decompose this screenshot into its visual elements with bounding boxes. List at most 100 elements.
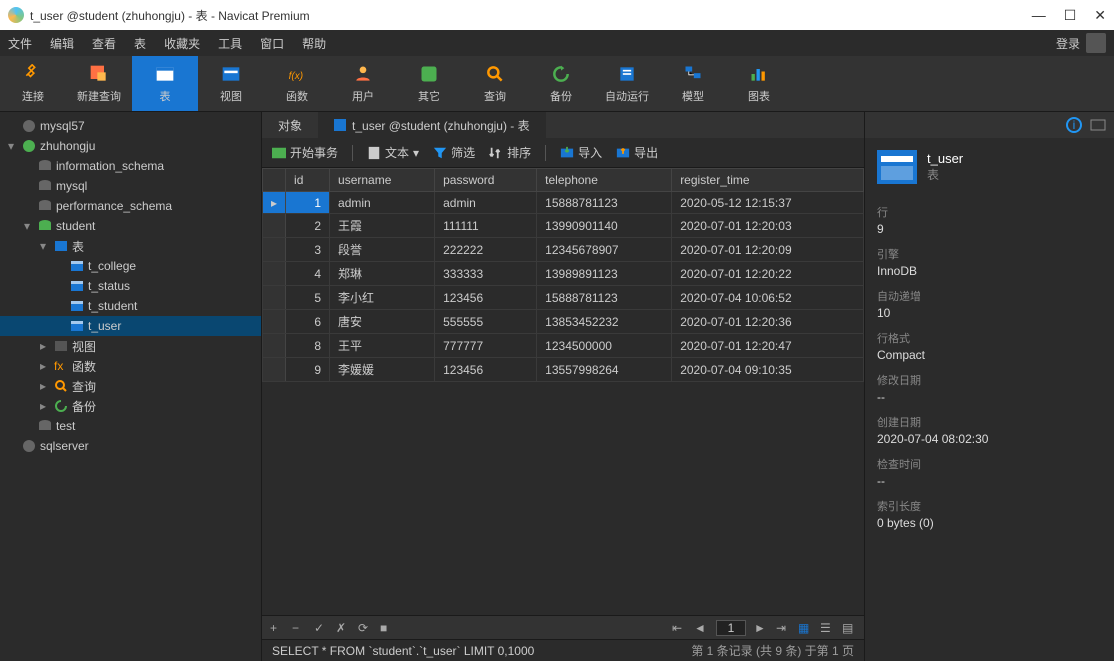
expand-icon[interactable] (24, 199, 34, 213)
expand-icon[interactable]: ▾ (8, 139, 18, 153)
tree-item[interactable]: t_college (0, 256, 261, 276)
toolbar-auto[interactable]: 自动运行 (594, 56, 660, 111)
tree-item[interactable]: mysql (0, 176, 261, 196)
apply-button[interactable]: ✓ (314, 621, 328, 635)
filter-button[interactable]: 筛选 (433, 144, 475, 161)
ddl-icon[interactable] (1090, 117, 1106, 133)
menu-1[interactable]: 编辑 (50, 35, 74, 52)
expand-icon[interactable]: ▸ (40, 399, 50, 413)
begin-transaction-button[interactable]: 开始事务 (272, 144, 338, 161)
expand-icon[interactable] (56, 299, 66, 313)
table-row[interactable]: 9李媛媛123456135579982642020-07-04 09:10:35 (263, 358, 864, 382)
menu-7[interactable]: 帮助 (302, 35, 326, 52)
tree-item[interactable]: performance_schema (0, 196, 261, 216)
tree-item[interactable]: information_schema (0, 156, 261, 176)
expand-icon[interactable] (24, 179, 34, 193)
add-row-button[interactable]: + (270, 621, 284, 635)
row-marker[interactable] (263, 262, 286, 286)
tab[interactable]: 对象 (262, 112, 318, 138)
expand-icon[interactable]: ▾ (40, 239, 50, 253)
row-marker[interactable] (263, 358, 286, 382)
info-icon[interactable]: i (1066, 117, 1082, 133)
menu-4[interactable]: 收藏夹 (164, 35, 200, 52)
maximize-button[interactable]: ☐ (1064, 7, 1077, 24)
expand-icon[interactable] (8, 439, 18, 453)
menu-2[interactable]: 查看 (92, 35, 116, 52)
toolbar-model[interactable]: 模型 (660, 56, 726, 111)
expand-icon[interactable]: ▸ (40, 379, 50, 393)
table-row[interactable]: 3段誉222222123456789072020-07-01 12:20:09 (263, 238, 864, 262)
row-marker[interactable] (263, 286, 286, 310)
column-header[interactable]: register_time (672, 169, 864, 192)
row-marker[interactable] (263, 310, 286, 334)
tree-item[interactable]: mysql57 (0, 116, 261, 136)
tree-item[interactable]: t_user (0, 316, 261, 336)
refresh-button[interactable]: ⟳ (358, 621, 372, 635)
tree-item[interactable]: t_student (0, 296, 261, 316)
login-area[interactable]: 登录 (1056, 33, 1106, 53)
column-header[interactable]: password (435, 169, 537, 192)
toolbar-fx[interactable]: f(x)函数 (264, 56, 330, 111)
page-input[interactable] (716, 620, 746, 636)
column-header[interactable]: username (330, 169, 435, 192)
cancel-button[interactable]: ✗ (336, 621, 350, 635)
import-button[interactable]: 导入 (560, 144, 602, 161)
tree-item[interactable]: ▸备份 (0, 396, 261, 416)
table-row[interactable]: 5李小红123456158887811232020-07-04 10:06:52 (263, 286, 864, 310)
expand-icon[interactable] (56, 279, 66, 293)
table-row[interactable]: 4郑琳333333139898911232020-07-01 12:20:22 (263, 262, 864, 286)
text-mode-button[interactable]: 文本 ▾ (367, 144, 419, 161)
tree-item[interactable]: sqlserver (0, 436, 261, 456)
table-row[interactable]: 2王霞111111139909011402020-07-01 12:20:03 (263, 214, 864, 238)
row-marker[interactable] (263, 214, 286, 238)
toolbar-view[interactable]: 视图 (198, 56, 264, 111)
tree-item[interactable]: ▾student (0, 216, 261, 236)
toolbar-backup[interactable]: 备份 (528, 56, 594, 111)
toolbar-newquery[interactable]: 新建查询 (66, 56, 132, 111)
toolbar-chart[interactable]: 图表 (726, 56, 792, 111)
tree-item[interactable]: ▾表 (0, 236, 261, 256)
row-marker[interactable]: ▸ (263, 192, 286, 214)
sort-button[interactable]: 排序 (489, 144, 531, 161)
table-row[interactable]: ▸1adminadmin158887811232020-05-12 12:15:… (263, 192, 864, 214)
expand-icon[interactable] (56, 259, 66, 273)
tree-item[interactable]: ▸查询 (0, 376, 261, 396)
form-view-icon[interactable]: ☰ (820, 621, 834, 635)
table-row[interactable]: 6唐安555555138534522322020-07-01 12:20:36 (263, 310, 864, 334)
expand-icon[interactable] (8, 119, 18, 133)
close-button[interactable]: ✕ (1094, 7, 1106, 24)
toolbar-table[interactable]: 表 (132, 56, 198, 111)
expand-icon[interactable]: ▾ (24, 219, 34, 233)
menu-3[interactable]: 表 (134, 35, 146, 52)
expand-icon[interactable] (56, 319, 66, 333)
menu-6[interactable]: 窗口 (260, 35, 284, 52)
toolbar-query[interactable]: 查询 (462, 56, 528, 111)
minimize-button[interactable]: — (1032, 7, 1046, 24)
grid-view-icon[interactable]: ▦ (798, 621, 812, 635)
expand-icon[interactable]: ▸ (40, 339, 50, 353)
toolbar-user[interactable]: 用户 (330, 56, 396, 111)
tree-item[interactable]: ▾zhuhongju (0, 136, 261, 156)
tree-item[interactable]: t_status (0, 276, 261, 296)
row-marker[interactable] (263, 238, 286, 262)
expand-icon[interactable] (24, 159, 34, 173)
first-page-button[interactable]: ⇤ (672, 621, 686, 635)
expand-icon[interactable] (24, 419, 34, 433)
column-header[interactable]: telephone (537, 169, 672, 192)
toolbar-plug[interactable]: 连接 (0, 56, 66, 111)
tree-item[interactable]: test (0, 416, 261, 436)
toolbar-other[interactable]: 其它 (396, 56, 462, 111)
prev-page-button[interactable]: ◄ (694, 621, 708, 635)
column-header[interactable]: id (286, 169, 330, 192)
stop-button[interactable]: ■ (380, 621, 394, 635)
expand-icon[interactable]: ▸ (40, 359, 50, 373)
menu-5[interactable]: 工具 (218, 35, 242, 52)
tab[interactable]: t_user @student (zhuhongju) - 表 (318, 112, 546, 138)
data-grid[interactable]: idusernamepasswordtelephoneregister_time… (262, 168, 864, 615)
last-page-button[interactable]: ⇥ (776, 621, 790, 635)
table-row[interactable]: 8王平77777712345000002020-07-01 12:20:47 (263, 334, 864, 358)
settings-icon[interactable]: ▤ (842, 621, 856, 635)
tree-item[interactable]: ▸fx函数 (0, 356, 261, 376)
menu-0[interactable]: 文件 (8, 35, 32, 52)
export-button[interactable]: 导出 (616, 144, 658, 161)
